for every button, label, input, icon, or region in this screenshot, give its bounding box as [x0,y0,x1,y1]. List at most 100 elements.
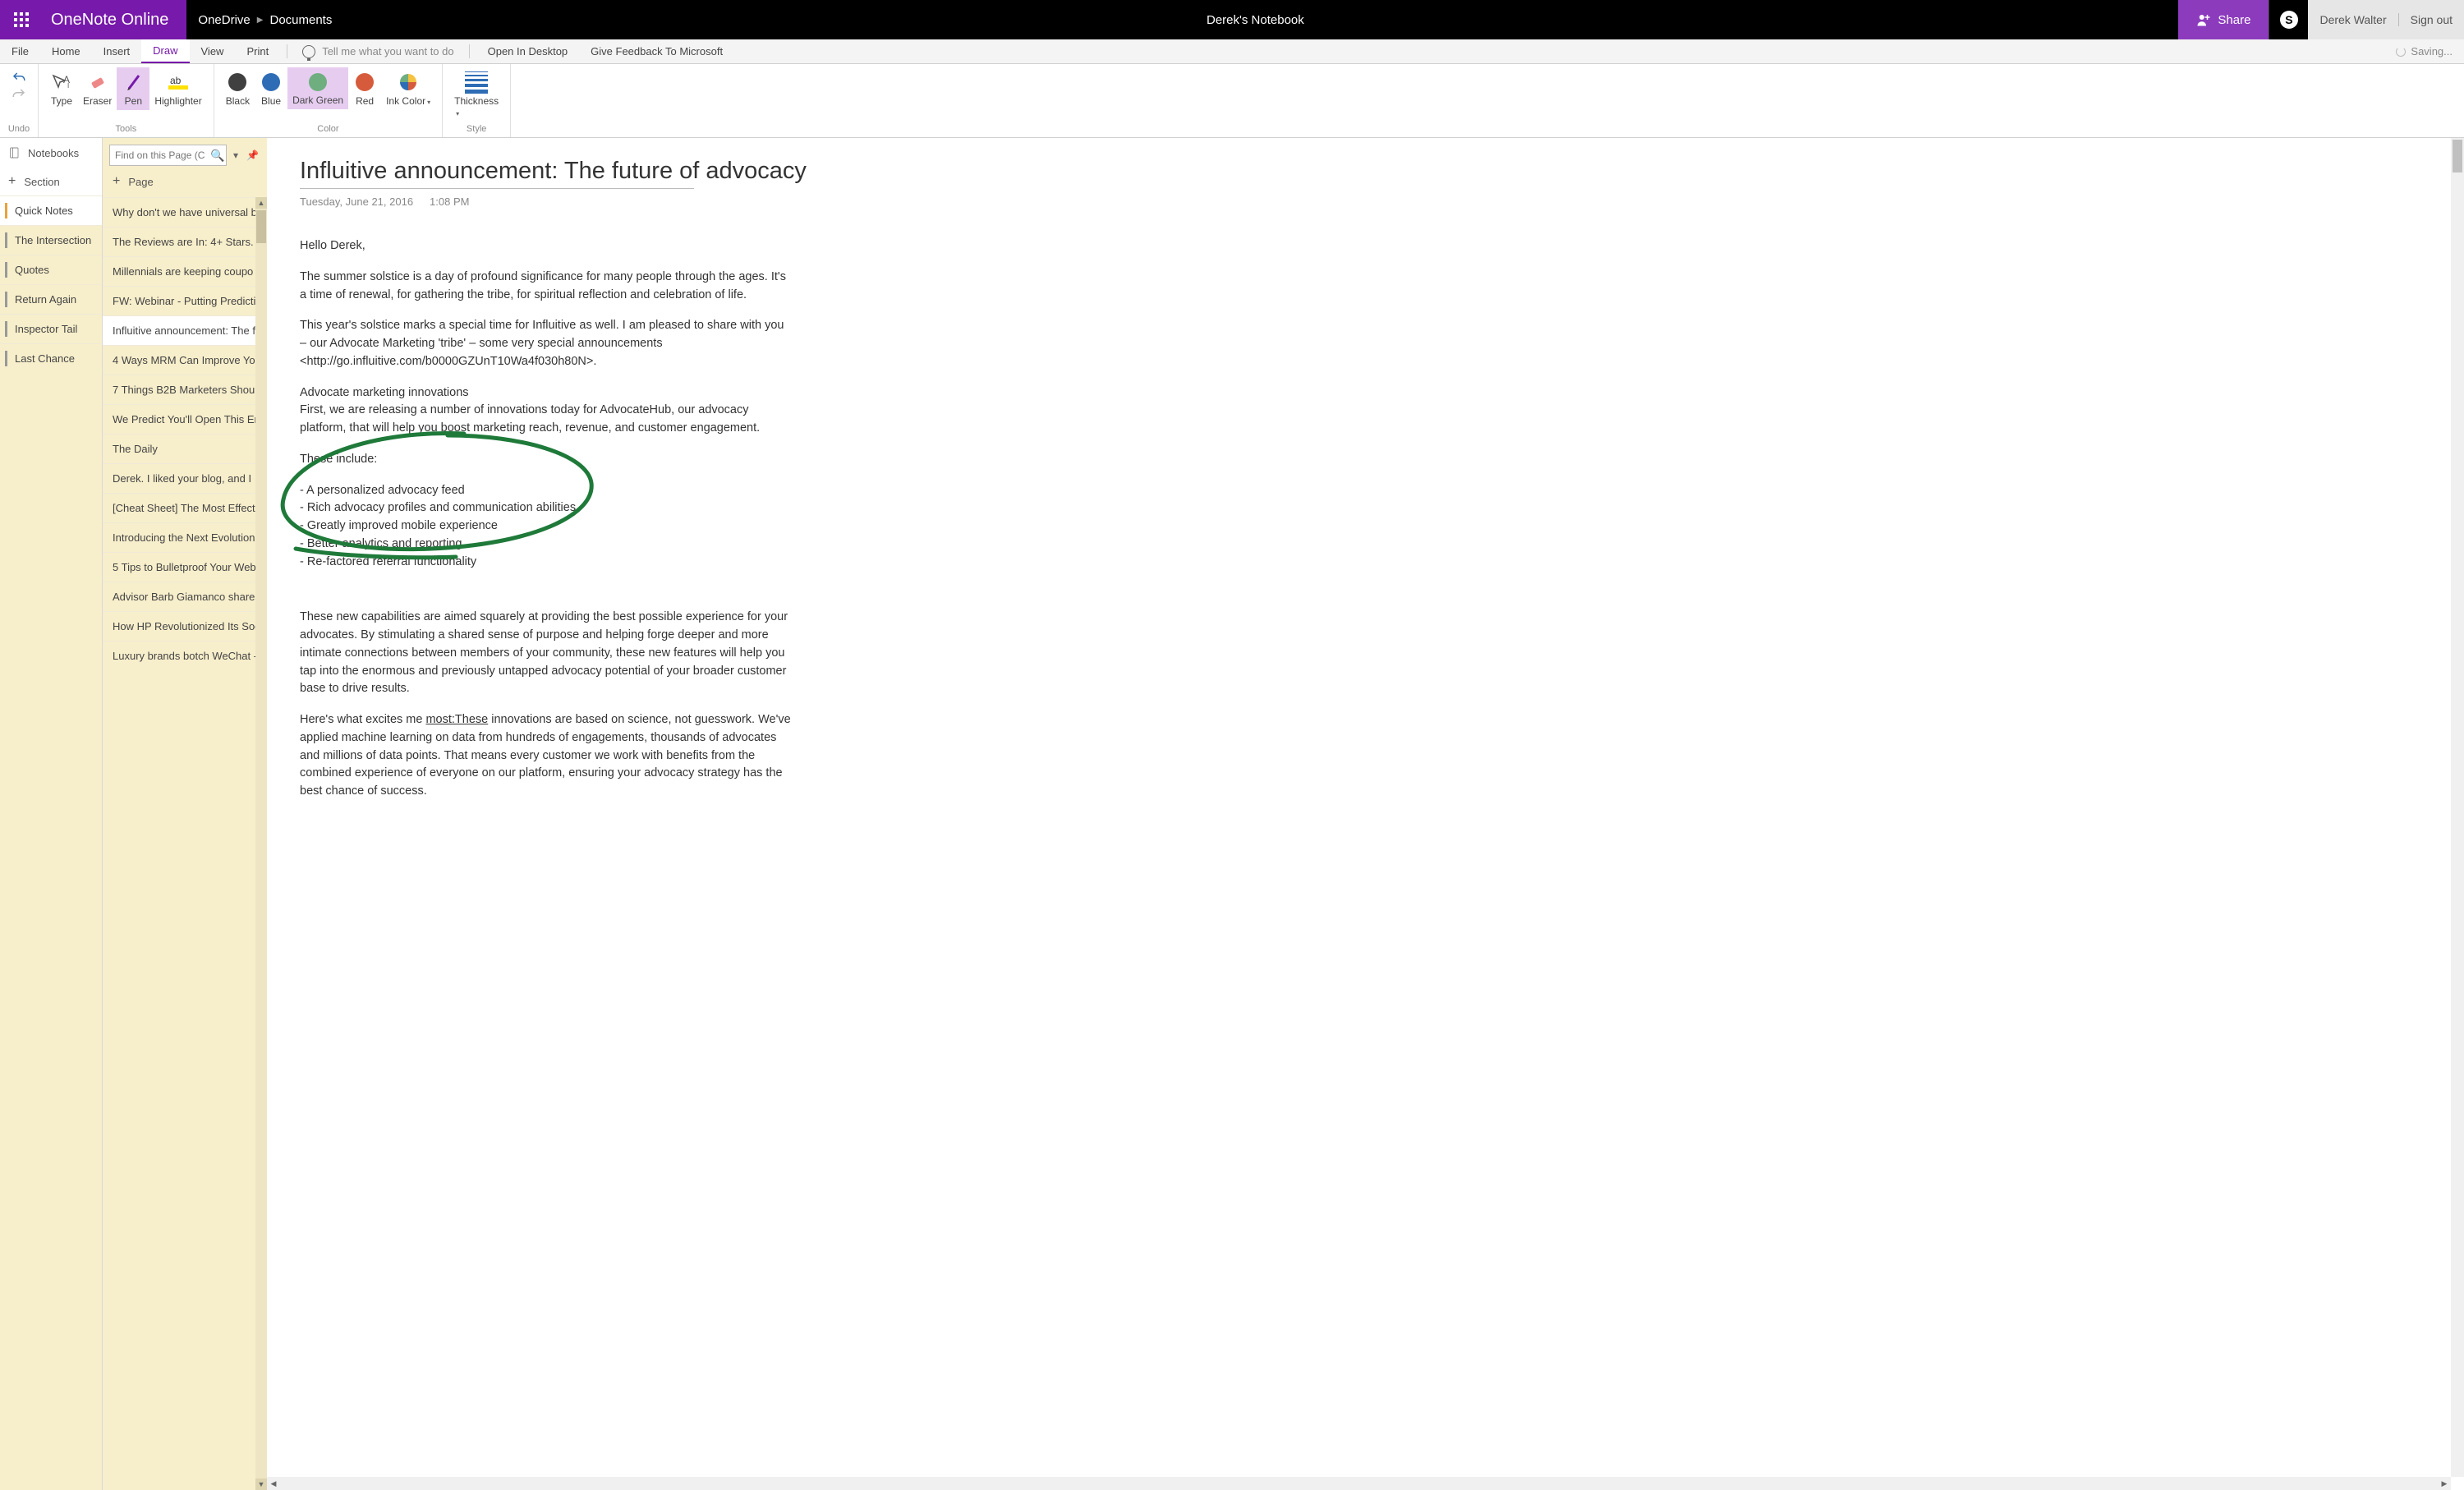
user-name[interactable]: Derek Walter [2308,13,2398,26]
notebook-title[interactable]: Derek's Notebook [332,0,2178,39]
chevron-down-icon: ▾ [427,99,430,106]
expand-search-button[interactable]: ▾ [232,149,240,161]
section-item[interactable]: Last Chance [0,343,102,373]
section-item[interactable]: The Intersection [0,225,102,255]
section-item[interactable]: Inspector Tail [0,314,102,343]
section-item[interactable]: Return Again [0,284,102,314]
user-area: Derek Walter Sign out [2308,0,2464,39]
color-blue-button[interactable]: Blue [255,67,287,110]
plus-icon: + [113,174,120,189]
scroll-up-button[interactable]: ▲ [255,197,267,209]
note-time: 1:08 PM [430,195,469,208]
type-tool-button[interactable]: AI Type [45,67,78,110]
add-page-button[interactable]: + Page [103,169,267,197]
color-red-button[interactable]: Red [348,67,381,110]
spinner-icon [2396,47,2406,57]
paragraph: The summer solstice is a day of profound… [300,269,793,305]
open-in-desktop-link[interactable]: Open In Desktop [476,39,580,63]
pin-icon[interactable]: 📌 [245,149,260,161]
page-item[interactable]: How HP Revolutionized Its Soc [103,611,267,641]
plus-icon: + [8,174,16,189]
group-label: Style [467,122,486,136]
breadcrumb: OneDrive ▶ Documents [186,0,332,39]
app-name[interactable]: OneNote Online [43,0,186,39]
skype-button[interactable]: S [2269,0,2308,39]
pen-tool-button[interactable]: Pen [117,67,149,110]
breadcrumb-item[interactable]: Documents [269,13,332,27]
scrollbar-vertical[interactable]: ▲ ▼ [255,197,267,1490]
section-item[interactable]: Quick Notes [0,195,102,225]
group-label: Tools [116,122,137,136]
search-icon[interactable]: 🔍 [209,149,226,163]
add-section-button[interactable]: + Section [0,168,102,195]
search-input[interactable]: 🔍 [109,145,227,166]
chevron-right-icon: ▶ [257,16,264,25]
page-item[interactable]: Luxury brands botch WeChat - [103,641,267,670]
note-title[interactable]: Influitive announcement: The future of a… [267,138,2464,188]
redo-button[interactable] [11,87,26,102]
highlighter-tool-button[interactable]: ab Highlighter [149,67,206,110]
page-item[interactable]: We Predict You'll Open This Er [103,404,267,434]
page-item[interactable]: 5 Tips to Bulletproof Your Web [103,552,267,582]
scroll-thumb[interactable] [256,210,266,243]
search-field[interactable] [110,149,209,161]
add-page-label: Page [128,176,153,188]
notebooks-label: Notebooks [28,147,79,159]
share-button[interactable]: Share [2178,0,2269,39]
page-item[interactable]: Influitive announcement: The f [103,315,267,345]
page-item[interactable]: FW: Webinar - Putting Predicti [103,286,267,315]
color-black-button[interactable]: Black [221,67,255,110]
ink-color-dropdown[interactable]: Ink Color▾ [381,67,435,110]
tab-home[interactable]: Home [40,39,92,63]
note-body[interactable]: Hello Derek, The summer solstice is a da… [267,208,793,801]
breadcrumb-item[interactable]: OneDrive [198,13,250,27]
scroll-down-button[interactable]: ▼ [255,1479,267,1490]
ribbon-group-color: Black Blue Dark Green Red Ink Color▾ Col… [214,64,443,137]
tell-me-search[interactable]: Tell me what you want to do [294,39,462,63]
eraser-tool-button[interactable]: Eraser [78,67,117,110]
color-dark-green-button[interactable]: Dark Green [287,67,348,109]
scroll-right-button[interactable]: ▶ [2438,1477,2451,1490]
share-label: Share [2218,13,2250,27]
page-item[interactable]: [Cheat Sheet] The Most Effecti [103,493,267,522]
bullet-line: - Rich advocacy profiles and communicati… [300,499,793,517]
tab-insert[interactable]: Insert [92,39,142,63]
paragraph: These new capabilities are aimed squarel… [300,609,793,698]
page-item[interactable]: 7 Things B2B Marketers Shoul [103,375,267,404]
paragraph: This year's solstice marks a special tim… [300,317,793,370]
notebooks-button[interactable]: Notebooks [0,138,102,168]
page-item[interactable]: The Daily [103,434,267,463]
feedback-link[interactable]: Give Feedback To Microsoft [579,39,734,63]
title-bar: OneNote Online OneDrive ▶ Documents Dere… [0,0,2464,39]
thickness-dropdown[interactable]: Thickness▾ [449,67,503,122]
tab-draw[interactable]: Draw [141,39,189,63]
color-wheel-icon [399,73,417,91]
sign-out-link[interactable]: Sign out [2399,13,2464,26]
scroll-left-button[interactable]: ◀ [267,1477,280,1490]
pen-icon [124,72,142,92]
tab-file[interactable]: File [0,39,40,63]
note-canvas[interactable]: Influitive announcement: The future of a… [267,138,2464,1490]
separator [469,44,470,58]
button-label: Ink Color▾ [386,95,430,107]
undo-button[interactable] [11,71,26,85]
paragraph: Advocate marketing innovations [300,384,793,402]
ribbon-group-tools: AI Type Eraser Pen ab Highlighter Tools [39,64,214,137]
scroll-thumb[interactable] [2453,140,2462,172]
page-item[interactable]: Introducing the Next Evolution [103,522,267,552]
app-launcher-button[interactable] [0,0,43,39]
tab-view[interactable]: View [190,39,236,63]
section-item[interactable]: Quotes [0,255,102,284]
page-item[interactable]: Why don't we have universal b [103,197,267,227]
scrollbar-vertical[interactable] [2451,138,2464,1477]
page-item[interactable]: Derek. I liked your blog, and I [103,463,267,493]
page-item[interactable]: 4 Ways MRM Can Improve You [103,345,267,375]
tab-print[interactable]: Print [235,39,280,63]
page-item[interactable]: Millennials are keeping coupo [103,256,267,286]
highlighter-icon: ab [168,72,188,92]
page-item[interactable]: The Reviews are In: 4+ Stars. [103,227,267,256]
page-item[interactable]: Advisor Barb Giamanco shares [103,582,267,611]
status-text: Saving... [2411,45,2453,57]
ribbon: Undo AI Type Eraser Pen ab Highlighter T… [0,64,2464,138]
scrollbar-horizontal[interactable]: ◀ ▶ [267,1477,2451,1490]
